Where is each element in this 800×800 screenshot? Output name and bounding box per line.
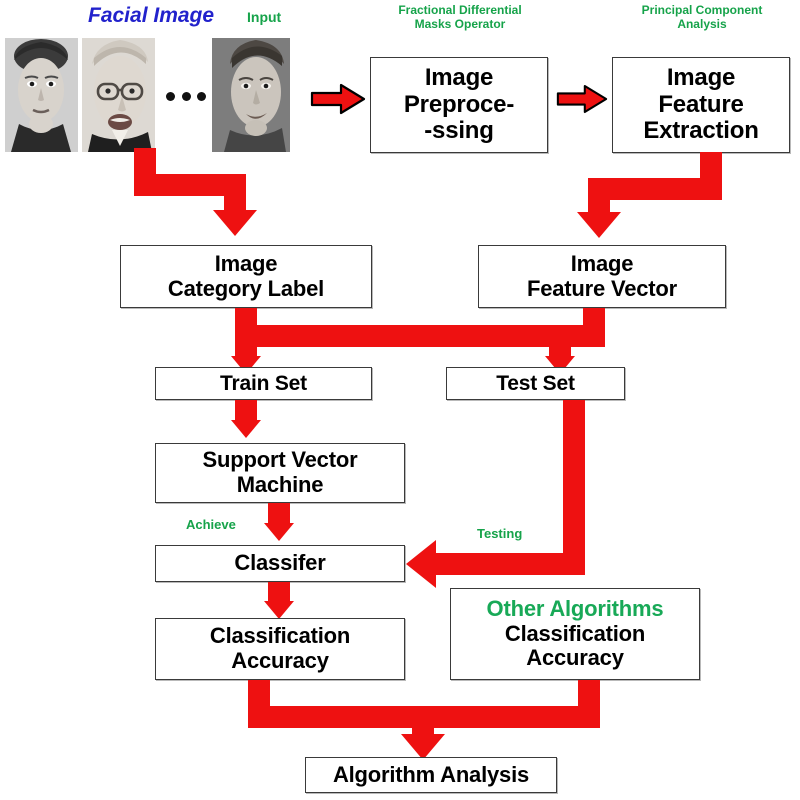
arrowhead-to-classifier-testing [406, 540, 436, 588]
dot-2 [181, 91, 191, 101]
arrow-preprocessing-to-feature-extraction [556, 82, 608, 116]
box-image-category-label: Image Category Label [120, 245, 372, 308]
box-image-feature-extraction: Image Feature Extraction [612, 57, 790, 153]
ellipsis-dots [166, 91, 206, 101]
box-other-algorithms-line1: Other Algorithms [486, 596, 664, 622]
face-thumbnail-1 [5, 38, 78, 152]
dot-3 [197, 91, 206, 101]
arrowhead-to-image-feature-vector [577, 212, 621, 238]
caption-input: Input [247, 9, 282, 25]
box-feature-vector-line1: Image [570, 250, 634, 276]
box-preprocessing-line3: -ssing [424, 117, 494, 145]
dot-1 [166, 91, 175, 101]
caption-testing: Testing [477, 526, 523, 541]
box-image-preprocessing: Image Preproce- -ssing [370, 57, 548, 153]
connector-vector-to-crossbar-vertical [583, 308, 605, 340]
box-feature-extraction-line3: Extraction [643, 117, 759, 145]
facial-image-title: Facial Image [88, 4, 215, 27]
caption-pca-line2: Analysis [677, 16, 727, 31]
arrowhead-to-svm [231, 420, 261, 438]
connector-test-to-classifier-vertical [563, 400, 585, 575]
connector-extraction-to-vector-drop [588, 178, 610, 214]
arrow-faces-to-preprocessing [310, 82, 366, 116]
box-image-feature-vector: Image Feature Vector [478, 245, 726, 308]
box-preprocessing-line1: Image [424, 63, 494, 91]
flowchart-canvas: Facial Image Input Fractional Differenti… [0, 0, 800, 800]
face-thumbnail-3 [212, 38, 290, 152]
box-feature-extraction-line2: Feature [658, 90, 744, 118]
box-classification-accuracy-line2: Accuracy [231, 648, 329, 673]
box-category-label-line2: Category Label [167, 275, 325, 301]
box-test-set: Test Set [446, 367, 625, 400]
box-feature-vector-line2: Feature Vector [526, 275, 678, 301]
box-support-vector-machine: Support Vector Machine [155, 443, 405, 503]
caption-achieve: Achieve [186, 517, 236, 532]
connector-faces-to-label-drop [224, 174, 246, 212]
arrowhead-to-image-category-label [213, 210, 257, 236]
connector-test-to-classifier-horizontal [436, 553, 585, 575]
box-svm-line2: Machine [236, 472, 324, 497]
box-classifier: Classifer [155, 545, 405, 582]
connector-train-to-svm-vertical [235, 400, 257, 422]
box-train-set: Train Set [155, 367, 372, 400]
caption-fdmo-line2: Masks Operator [414, 16, 506, 31]
caption-pca-line1: Principal Component [641, 3, 763, 17]
box-feature-extraction-line1: Image [666, 63, 736, 91]
caption-fractional-differential-masks-operator: Fractional Differential Masks Operator [380, 3, 540, 32]
box-svm-line1: Support Vector [202, 447, 358, 473]
box-train-set-label: Train Set [220, 371, 307, 395]
box-other-algorithms-line3: Accuracy [526, 645, 624, 671]
box-classification-accuracy-line1: Classification [209, 623, 351, 649]
face-thumbnail-2 [82, 38, 155, 152]
box-other-algorithms-classification-accuracy: Other Algorithms Classification Accuracy [450, 588, 700, 680]
box-algorithm-analysis-label: Algorithm Analysis [332, 761, 530, 787]
connector-svm-to-classifier-vertical [268, 503, 290, 525]
box-category-label-line1: Image [214, 250, 278, 276]
box-classifier-label: Classifer [234, 550, 326, 576]
arrowhead-to-classifier [264, 523, 294, 541]
caption-principal-component-analysis: Principal Component Analysis [622, 3, 782, 32]
arrowhead-to-classification-accuracy [264, 601, 294, 619]
box-preprocessing-line2: Preproce- [403, 90, 515, 118]
caption-fdmo-line1: Fractional Differential [398, 3, 522, 17]
box-other-algorithms-line2: Classification [504, 620, 646, 646]
box-algorithm-analysis: Algorithm Analysis [305, 757, 557, 793]
box-test-set-label: Test Set [496, 371, 575, 395]
box-classification-accuracy: Classification Accuracy [155, 618, 405, 680]
